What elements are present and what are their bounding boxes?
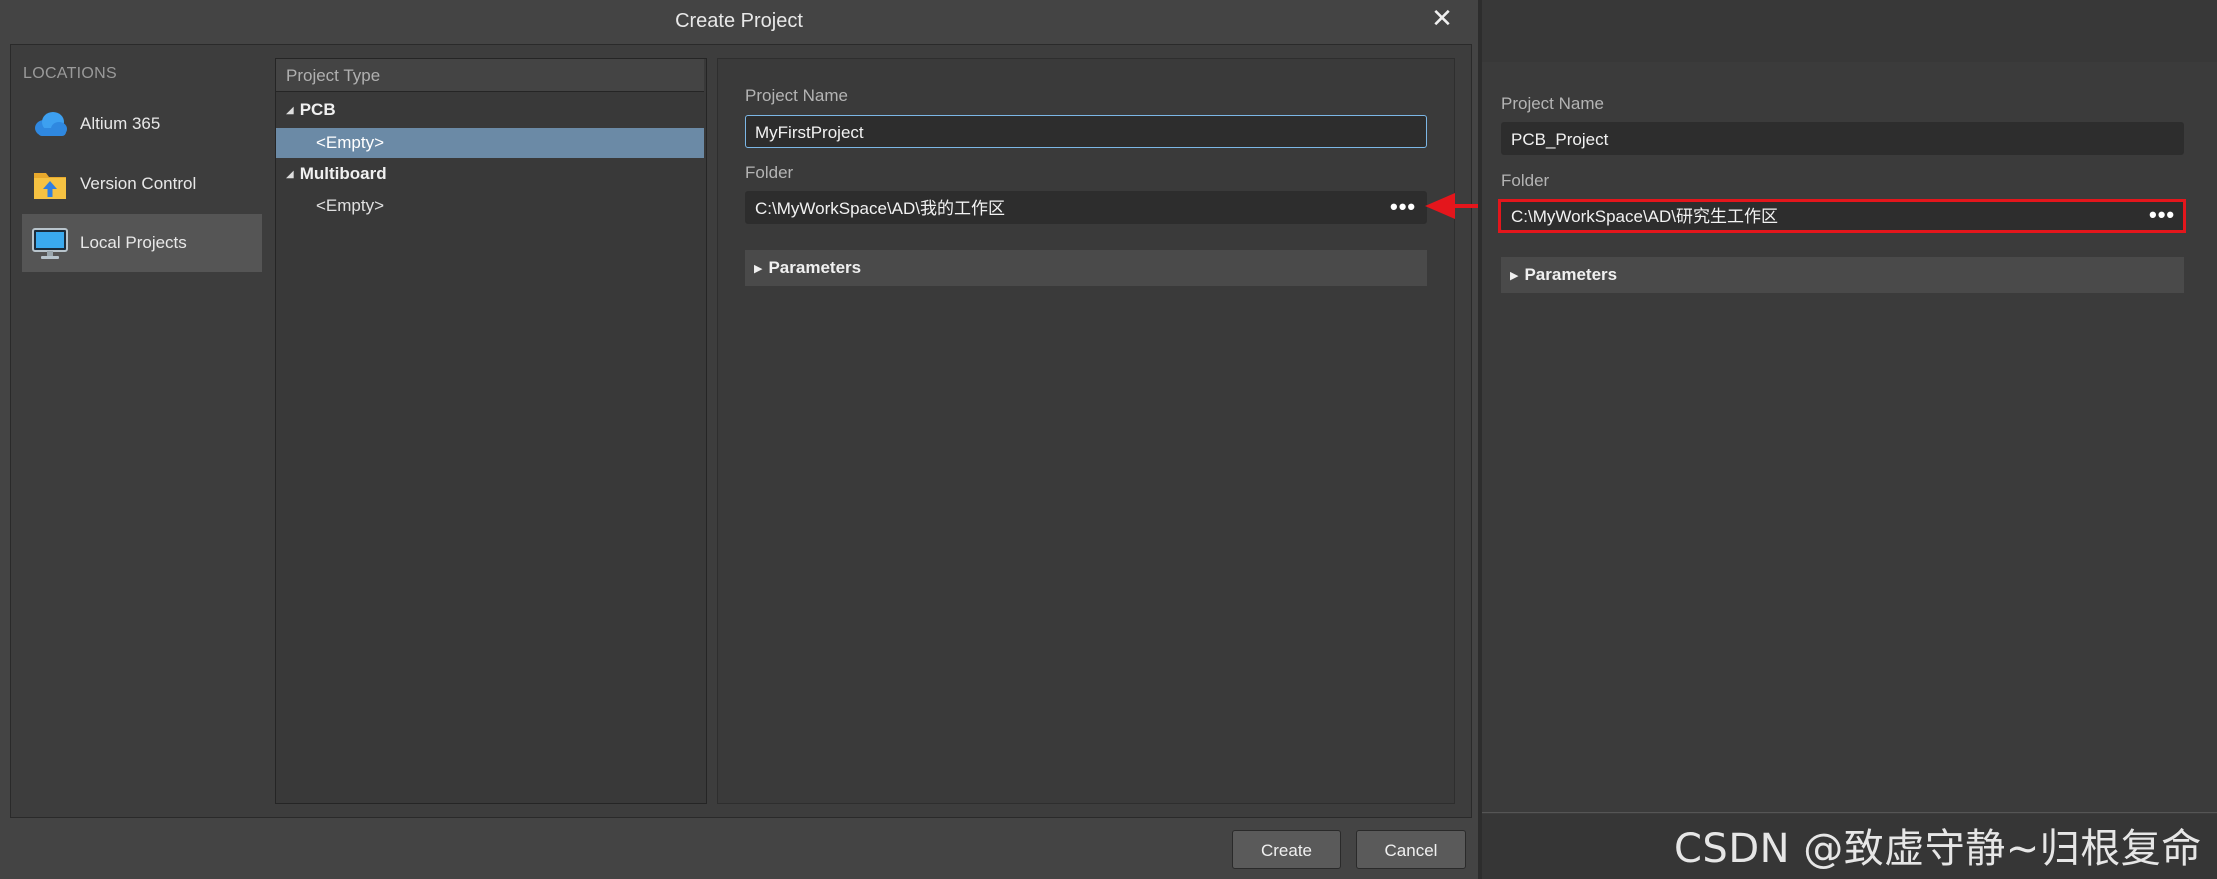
location-label: Altium 365 (80, 114, 161, 133)
folder-input[interactable]: C:\MyWorkSpace\AD\我的工作区 (745, 191, 1427, 224)
cancel-button[interactable]: Cancel (1356, 830, 1466, 869)
watermark: CSDN @致虚守静~归根复命 (1674, 826, 2202, 872)
right-panel-header (1482, 0, 2217, 63)
location-local-projects[interactable]: Local Projects (22, 214, 262, 272)
folder-upload-icon (30, 164, 70, 204)
tree-item-pcb-empty[interactable]: <Empty> (276, 128, 704, 158)
close-icon[interactable]: ✕ (1426, 2, 1458, 34)
expand-triangle-icon[interactable]: ◢ (286, 169, 294, 180)
parameters-label: Parameters (1524, 265, 1618, 284)
project-type-header: Project Type (276, 59, 704, 92)
location-label: Local Projects (80, 233, 187, 252)
right-parameters-section[interactable]: ▶ Parameters (1501, 257, 2184, 293)
dialog-title: Create Project (675, 10, 803, 32)
tree-group-label: PCB (299, 100, 336, 119)
settings-panel (717, 58, 1455, 804)
right-project-name-label: Project Name (1501, 94, 1604, 113)
right-folder-label: Folder (1501, 171, 1550, 190)
create-button[interactable]: Create (1232, 830, 1341, 869)
browse-folder-button[interactable]: ••• (1390, 196, 1416, 218)
tree-group-multiboard[interactable]: ◢ Multiboard (286, 164, 387, 184)
cloud-icon (30, 104, 70, 144)
tree-group-label: Multiboard (299, 164, 387, 183)
monitor-icon (30, 223, 70, 263)
right-panel-body (1482, 62, 2217, 813)
expand-caret-icon: ▶ (754, 262, 763, 275)
right-project-name-input[interactable]: PCB_Project (1501, 122, 2184, 155)
folder-path-text: C:\MyWorkSpace\AD\我的工作区 (755, 199, 1006, 218)
location-version-control[interactable]: Version Control (22, 155, 262, 213)
tree-item-multiboard-empty[interactable]: <Empty> (276, 191, 704, 221)
tree-group-pcb[interactable]: ◢ PCB (286, 100, 336, 120)
folder-label: Folder (745, 163, 794, 182)
expand-caret-icon: ▶ (1510, 269, 1519, 282)
expand-triangle-icon[interactable]: ◢ (286, 105, 294, 116)
project-name-input[interactable]: MyFirstProject (745, 115, 1427, 148)
parameters-label: Parameters (768, 258, 862, 277)
location-label: Version Control (80, 174, 197, 193)
locations-header: LOCATIONS (23, 65, 117, 82)
location-altium-365[interactable]: Altium 365 (22, 95, 262, 153)
parameters-section[interactable]: ▶ Parameters (745, 250, 1427, 286)
annotation-highlight-box (1498, 199, 2186, 233)
project-name-label: Project Name (745, 86, 848, 105)
